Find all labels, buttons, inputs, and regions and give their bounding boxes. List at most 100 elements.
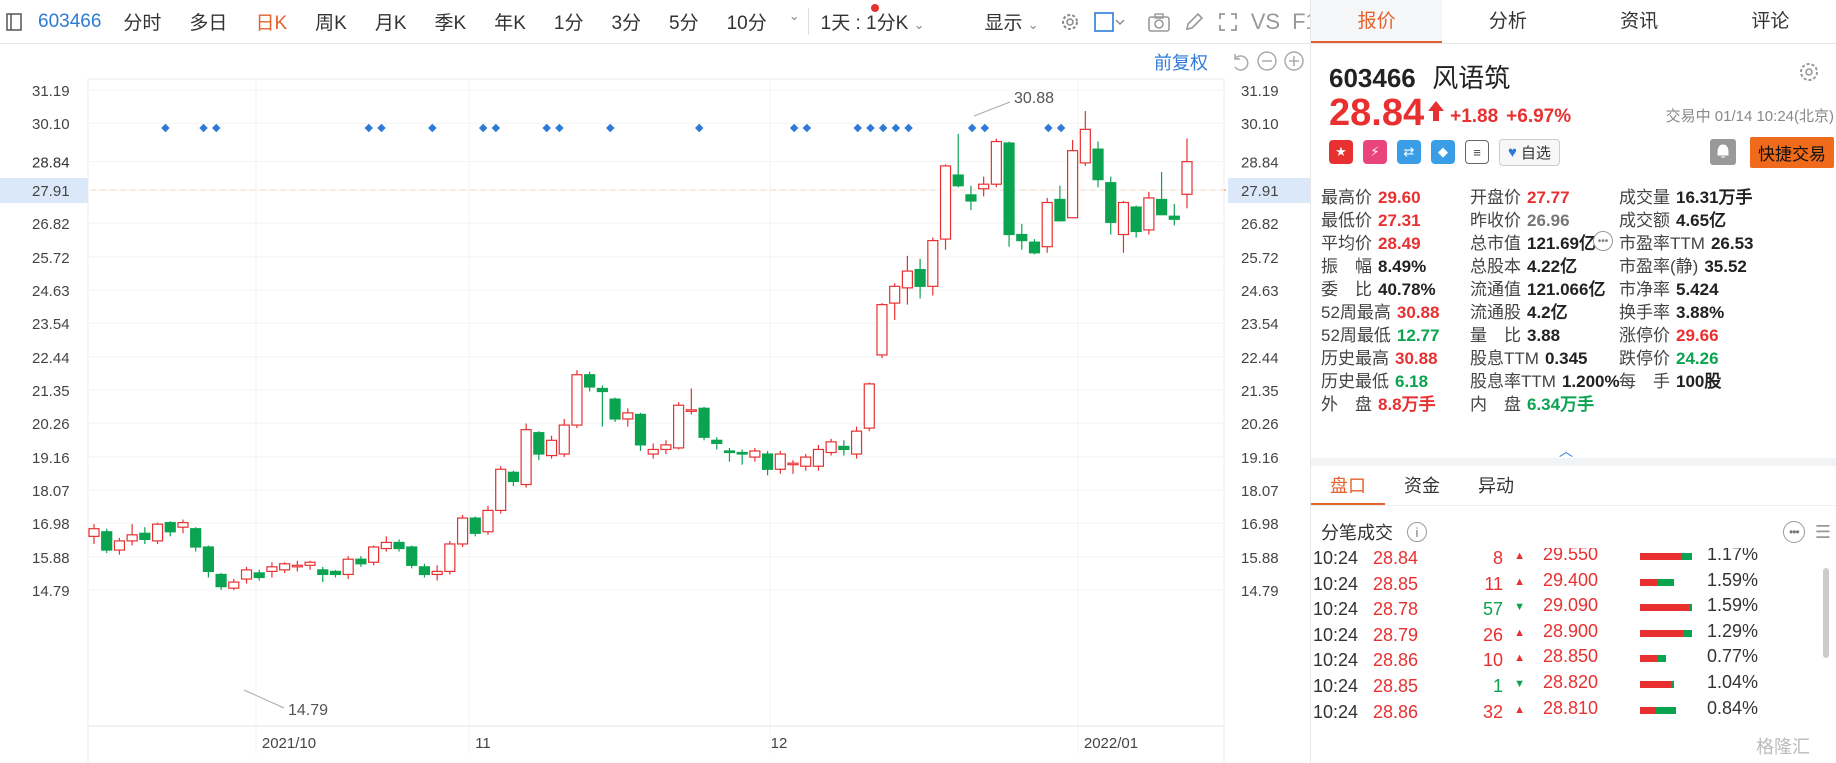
bell-icon[interactable] xyxy=(1710,139,1736,165)
event-marker-icon[interactable] xyxy=(904,123,913,133)
stat-4-2: 市净率 5.424 xyxy=(1619,275,1719,300)
stock-code-label[interactable]: 603466 xyxy=(28,11,115,33)
tick-volume: 32 xyxy=(1482,701,1503,722)
event-marker-icon[interactable] xyxy=(161,123,170,133)
china-flag-icon[interactable]: ★ xyxy=(1329,140,1353,164)
stat-label: 内 盘 xyxy=(1470,395,1521,414)
scrollbar[interactable] xyxy=(1823,568,1829,658)
right-tab-1[interactable]: 分析 xyxy=(1442,0,1573,43)
arrow-up-icon: ▲ xyxy=(1514,703,1525,716)
period-tab-7[interactable]: 1分 xyxy=(540,8,598,35)
event-marker-icon[interactable] xyxy=(853,123,862,133)
list-view-icon[interactable]: ☰ xyxy=(1815,522,1831,543)
candle-up xyxy=(1067,150,1079,219)
price-change-pct: +6.97% xyxy=(1506,106,1572,127)
period-tab-1[interactable]: 多日 xyxy=(175,8,241,35)
event-marker-icon[interactable] xyxy=(878,123,888,133)
event-marker-icon[interactable] xyxy=(542,123,551,133)
settings-gear-icon[interactable] xyxy=(1797,60,1821,89)
candle-down xyxy=(736,451,748,455)
period-tab-9[interactable]: 5分 xyxy=(655,8,713,35)
event-marker-icon[interactable] xyxy=(478,123,488,133)
event-marker-icon[interactable] xyxy=(789,123,799,133)
fullscreen-icon[interactable] xyxy=(1211,11,1245,33)
candle-down xyxy=(393,541,405,550)
stat-value: 121.066亿 xyxy=(1527,280,1606,299)
y-tick-left: 25.72 xyxy=(32,250,70,267)
period-tab-4[interactable]: 月K xyxy=(361,8,421,35)
connect-icon[interactable]: ⇄ xyxy=(1397,140,1421,164)
kline-chart-area[interactable]: 前复权 31.19 31.19 30.10 30.10 28.84 28.84 27.91 2… xyxy=(0,44,1310,763)
period-more-chevron-icon[interactable]: ⌄ xyxy=(781,8,808,35)
more-circle-icon[interactable]: ••• xyxy=(1593,231,1613,251)
settings-icon[interactable] xyxy=(1053,11,1087,33)
more-icon[interactable]: ••• xyxy=(1782,521,1805,543)
sub-tab-2[interactable]: 异动 xyxy=(1459,466,1533,505)
right-tab-0[interactable]: 报价 xyxy=(1311,0,1443,43)
quick-trade-button[interactable]: 快捷交易 xyxy=(1750,136,1834,168)
level-bar-green xyxy=(1680,553,1692,560)
y-tick-right: 19.16 xyxy=(1241,450,1279,467)
tag-icon[interactable]: ◆ xyxy=(1431,140,1455,164)
right-tab-2[interactable]: 资讯 xyxy=(1574,0,1705,43)
event-marker-icon[interactable] xyxy=(212,123,221,133)
frame-select-icon[interactable] xyxy=(1087,11,1131,33)
document-icon[interactable]: ≡ xyxy=(1465,140,1489,164)
candle-up xyxy=(889,285,901,304)
candle-up xyxy=(88,528,100,537)
period-tab-10[interactable]: 10分 xyxy=(713,8,781,35)
event-marker-icon[interactable] xyxy=(1056,123,1066,133)
period-tab-0[interactable]: 分时 xyxy=(115,8,175,35)
display-dropdown[interactable]: 显示 ⌄ xyxy=(939,8,1053,35)
margin-icon[interactable]: ⚡ xyxy=(1363,140,1387,164)
event-marker-icon[interactable] xyxy=(1044,123,1053,133)
watchlist-button[interactable]: ♥ 自选 xyxy=(1499,138,1560,166)
candle-up xyxy=(1117,201,1130,236)
level-bar-red xyxy=(1640,604,1690,612)
info-icon[interactable]: i xyxy=(1407,522,1427,542)
tick-price: 28.86 xyxy=(1373,650,1419,671)
event-marker-icon[interactable] xyxy=(199,123,208,133)
candle-down xyxy=(253,572,265,579)
period-tab-6[interactable]: 年K xyxy=(480,8,540,35)
event-marker-icon[interactable] xyxy=(377,123,386,133)
y-tick-right: 28.84 xyxy=(1241,155,1279,172)
event-marker-icon[interactable] xyxy=(967,123,977,133)
event-marker-icon[interactable] xyxy=(980,123,990,133)
level-bar-green xyxy=(1671,681,1674,688)
kline-svg[interactable]: 31.19 31.19 30.10 30.10 28.84 28.84 27.91 27.91… xyxy=(0,44,1310,763)
candle-up xyxy=(431,570,443,576)
candle-up xyxy=(1143,197,1155,231)
level-bar xyxy=(1640,681,1692,688)
sub-tab-0[interactable]: 盘口 xyxy=(1311,466,1385,505)
event-marker-icon[interactable] xyxy=(428,123,437,133)
stat-0-1: 开盘价 27.77 xyxy=(1470,183,1570,208)
event-marker-icon[interactable] xyxy=(606,123,615,133)
y-tick-right: 26.82 xyxy=(1241,216,1279,233)
event-marker-icon[interactable] xyxy=(491,123,501,133)
sidebar-toggle-icon[interactable] xyxy=(0,12,28,31)
event-marker-icon[interactable] xyxy=(866,123,875,133)
period-tab-8[interactable]: 3分 xyxy=(597,8,655,35)
event-marker-icon[interactable] xyxy=(364,123,374,133)
interval-select[interactable]: 1天 : 1分K ⌄ xyxy=(807,4,939,35)
event-marker-icon[interactable] xyxy=(802,123,812,133)
event-marker-icon[interactable] xyxy=(555,123,564,133)
event-marker-icon[interactable] xyxy=(891,123,901,133)
candle-down xyxy=(1130,206,1142,233)
camera-icon[interactable] xyxy=(1131,11,1177,33)
candle-down xyxy=(634,413,647,446)
period-tab-2[interactable]: 日K xyxy=(241,8,301,35)
tick-time: 10:24 xyxy=(1313,599,1359,620)
stat-value: 8.8万手 xyxy=(1378,395,1436,414)
period-tab-3[interactable]: 周K xyxy=(301,8,361,35)
candle-down xyxy=(965,194,977,202)
period-tab-5[interactable]: 季K xyxy=(421,8,481,35)
event-marker-icon[interactable] xyxy=(694,123,704,133)
candle-up xyxy=(291,564,303,568)
right-tab-3[interactable]: 评论 xyxy=(1705,0,1836,43)
vs-button[interactable]: VS xyxy=(1245,9,1286,35)
pencil-icon[interactable] xyxy=(1177,11,1211,33)
sub-tab-1[interactable]: 资金 xyxy=(1385,466,1459,505)
tick-row: 10:24 28.78 57 ▼ xyxy=(1311,599,1541,624)
